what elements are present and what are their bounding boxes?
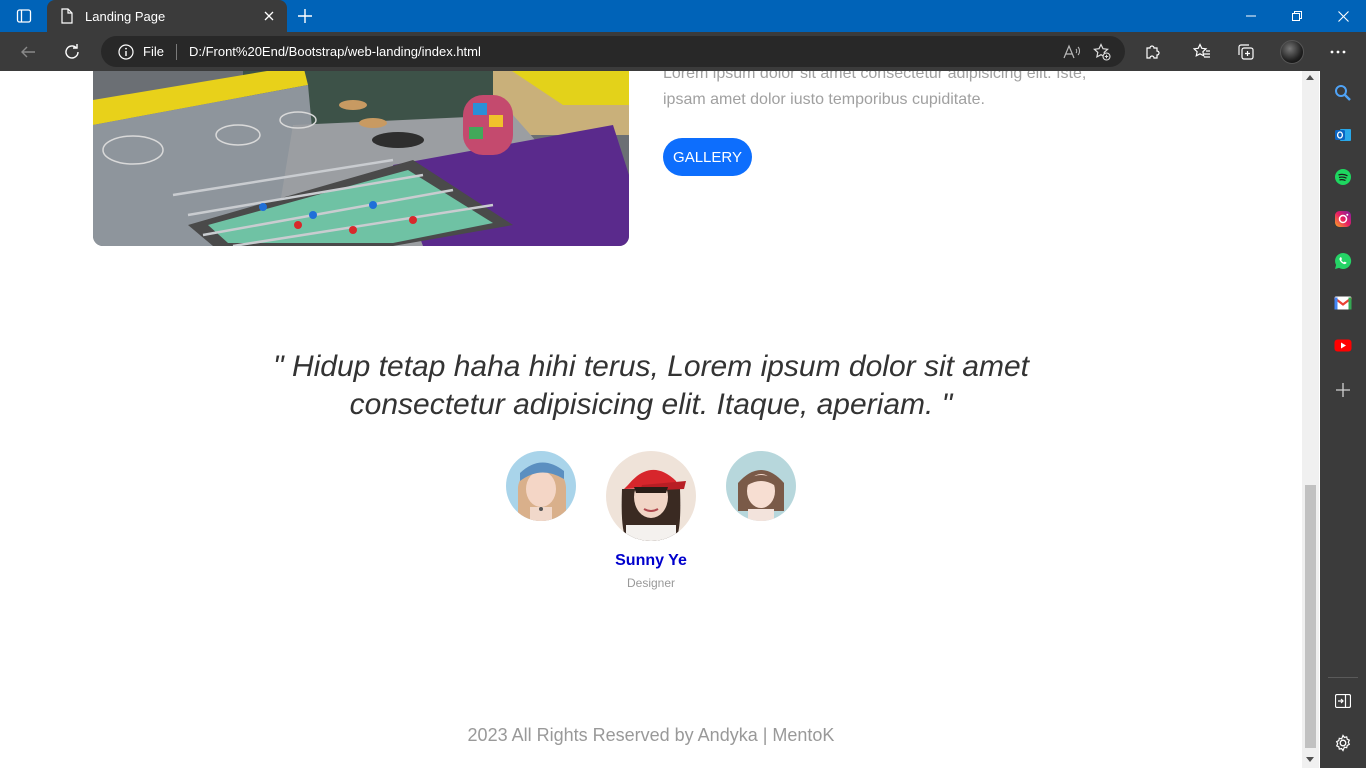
gallery-button[interactable]: GALLERY — [663, 138, 752, 176]
tab-title: Landing Page — [85, 8, 166, 24]
profile-avatar[interactable] — [1280, 40, 1304, 64]
close-icon — [264, 11, 274, 21]
more-icon — [1330, 50, 1346, 54]
edge-sidebar — [1320, 71, 1366, 768]
avatar[interactable] — [726, 451, 796, 521]
address-bar[interactable]: File D:/Front%20End/Bootstrap/web-landin… — [101, 36, 1125, 67]
refresh-button[interactable] — [56, 36, 88, 68]
favorites-icon — [1193, 43, 1210, 58]
close-window-button[interactable] — [1320, 0, 1366, 32]
collections-icon — [1238, 44, 1254, 60]
scroll-down-arrow[interactable] — [1306, 757, 1314, 762]
search-icon[interactable] — [1331, 81, 1355, 105]
section-description: Lorem ipsum dolor sit amet consectetur a… — [663, 71, 1087, 108]
star-add-icon — [1093, 42, 1111, 61]
instagram-icon[interactable] — [1331, 207, 1355, 231]
puzzle-icon — [1146, 45, 1160, 59]
testimonial-quote: " Hidup tetap haha hihi terus, Lorem ips… — [272, 350, 1030, 421]
address-separator — [175, 43, 177, 60]
restore-button[interactable] — [1274, 0, 1320, 32]
close-icon — [1337, 10, 1349, 22]
tab-actions-button[interactable] — [6, 4, 42, 28]
browser-toolbar: File D:/Front%20End/Bootstrap/web-landin… — [0, 32, 1366, 71]
avatar-selected[interactable] — [606, 451, 696, 541]
outlook-icon[interactable] — [1331, 123, 1355, 147]
add-icon[interactable] — [1331, 378, 1355, 402]
tab-close-button[interactable] — [255, 2, 283, 30]
gmail-icon[interactable] — [1331, 291, 1355, 315]
favorites-button[interactable] — [1186, 36, 1218, 68]
spotify-icon[interactable] — [1331, 165, 1355, 189]
scroll-thumb[interactable] — [1305, 485, 1316, 748]
back-arrow-icon — [21, 46, 35, 58]
site-info-label[interactable]: File — [143, 44, 164, 59]
add-favorite-button[interactable] — [1087, 37, 1117, 67]
extensions-button[interactable] — [1137, 36, 1169, 68]
plus-icon — [298, 9, 312, 23]
restore-icon — [1292, 11, 1302, 21]
avatar[interactable] — [506, 451, 576, 521]
settings-more-button[interactable] — [1322, 36, 1354, 68]
url-text[interactable]: D:/Front%20End/Bootstrap/web-landing/ind… — [189, 44, 1057, 59]
sidebar-divider — [1328, 677, 1358, 678]
testimonial-name: Sunny Ye — [615, 552, 687, 569]
back-button[interactable] — [12, 36, 44, 68]
youtube-icon[interactable] — [1331, 333, 1355, 357]
collections-button[interactable] — [1230, 36, 1262, 68]
info-icon[interactable] — [117, 43, 135, 61]
minimize-button[interactable] — [1228, 0, 1274, 32]
settings-icon[interactable] — [1331, 731, 1355, 755]
new-tab-button[interactable] — [292, 3, 318, 29]
scroll-up-arrow[interactable] — [1306, 75, 1314, 80]
minimize-icon — [1246, 15, 1256, 17]
split-screen-icon[interactable] — [1331, 689, 1355, 713]
office-image — [93, 71, 629, 246]
page-scrollbar[interactable] — [1302, 71, 1319, 768]
footer-copyright: 2023 All Rights Reserved by Andyka | Men… — [467, 725, 835, 745]
testimonial-role: Designer — [626, 576, 676, 590]
whatsapp-icon[interactable] — [1331, 249, 1355, 273]
read-aloud-button[interactable] — [1057, 37, 1087, 67]
active-tab[interactable]: Landing Page — [47, 0, 287, 32]
web-page: Lorem ipsum dolor sit amet consectetur a… — [0, 71, 1302, 768]
tab-actions-icon — [16, 9, 32, 23]
page-icon — [59, 8, 75, 24]
read-aloud-icon — [1063, 43, 1080, 58]
title-bar: Landing Page — [0, 0, 1366, 32]
refresh-icon — [65, 44, 79, 59]
